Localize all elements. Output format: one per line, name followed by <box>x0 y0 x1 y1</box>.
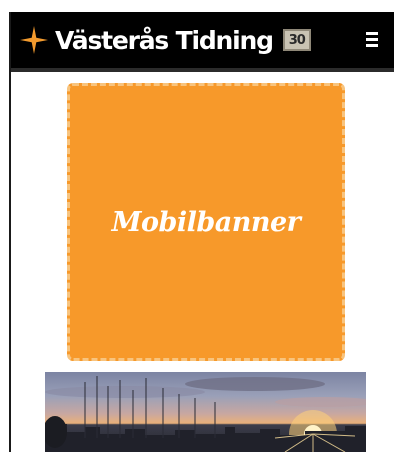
article-photo[interactable] <box>45 372 366 452</box>
page-top-border <box>0 0 394 12</box>
banner-label: Mobilbanner <box>111 206 301 238</box>
mobile-ad-banner[interactable]: Mobilbanner <box>67 83 345 361</box>
anniversary-badge: 30 <box>282 29 311 51</box>
hamburger-menu-icon <box>366 31 378 35</box>
page-left-border <box>9 12 11 452</box>
header-underline <box>11 68 394 72</box>
harbor-sunset-image <box>45 376 366 452</box>
site-logo-text: Västerås Tidning <box>55 25 274 55</box>
star-logo-icon <box>20 26 48 54</box>
menu-button[interactable] <box>366 29 382 49</box>
site-logo-link[interactable]: Västerås Tidning 30 <box>19 12 311 68</box>
site-header: Västerås Tidning 30 <box>11 12 394 68</box>
